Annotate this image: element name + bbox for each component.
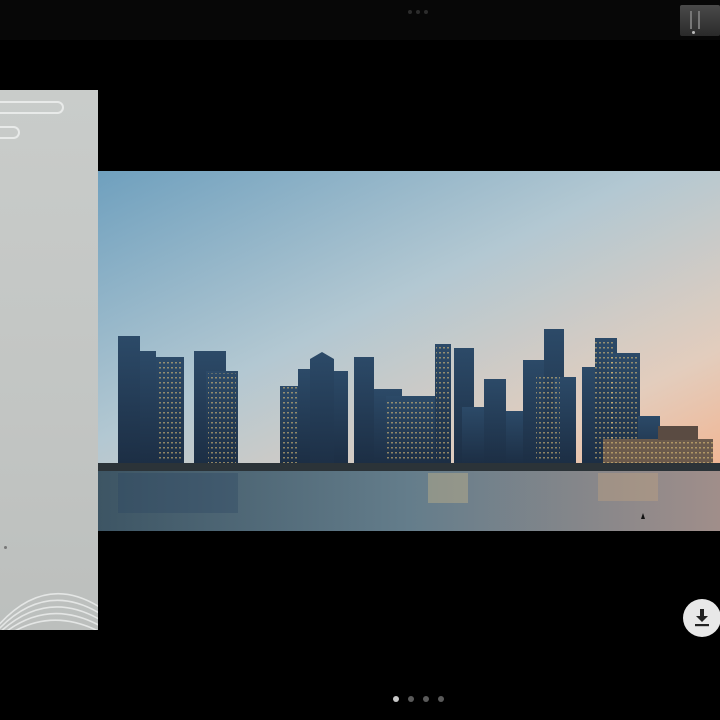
placeholder-pill <box>0 101 64 114</box>
download-icon <box>695 609 709 627</box>
preview-thumbnail[interactable] <box>680 5 720 36</box>
page-dot-3[interactable] <box>423 696 429 702</box>
adjacent-page-preview[interactable] <box>0 90 98 630</box>
page-dot-1[interactable] <box>393 696 399 702</box>
placeholder-pill <box>0 126 20 139</box>
page-dot-4[interactable] <box>438 696 444 702</box>
decorative-arcs <box>0 592 98 630</box>
download-button[interactable] <box>683 599 720 637</box>
top-handle-dots <box>408 10 428 14</box>
page-indicator <box>393 696 444 702</box>
page-dot-2[interactable] <box>408 696 414 702</box>
top-bar <box>0 0 720 40</box>
skyline-photo[interactable] <box>98 171 720 531</box>
panel-dot <box>4 546 7 549</box>
